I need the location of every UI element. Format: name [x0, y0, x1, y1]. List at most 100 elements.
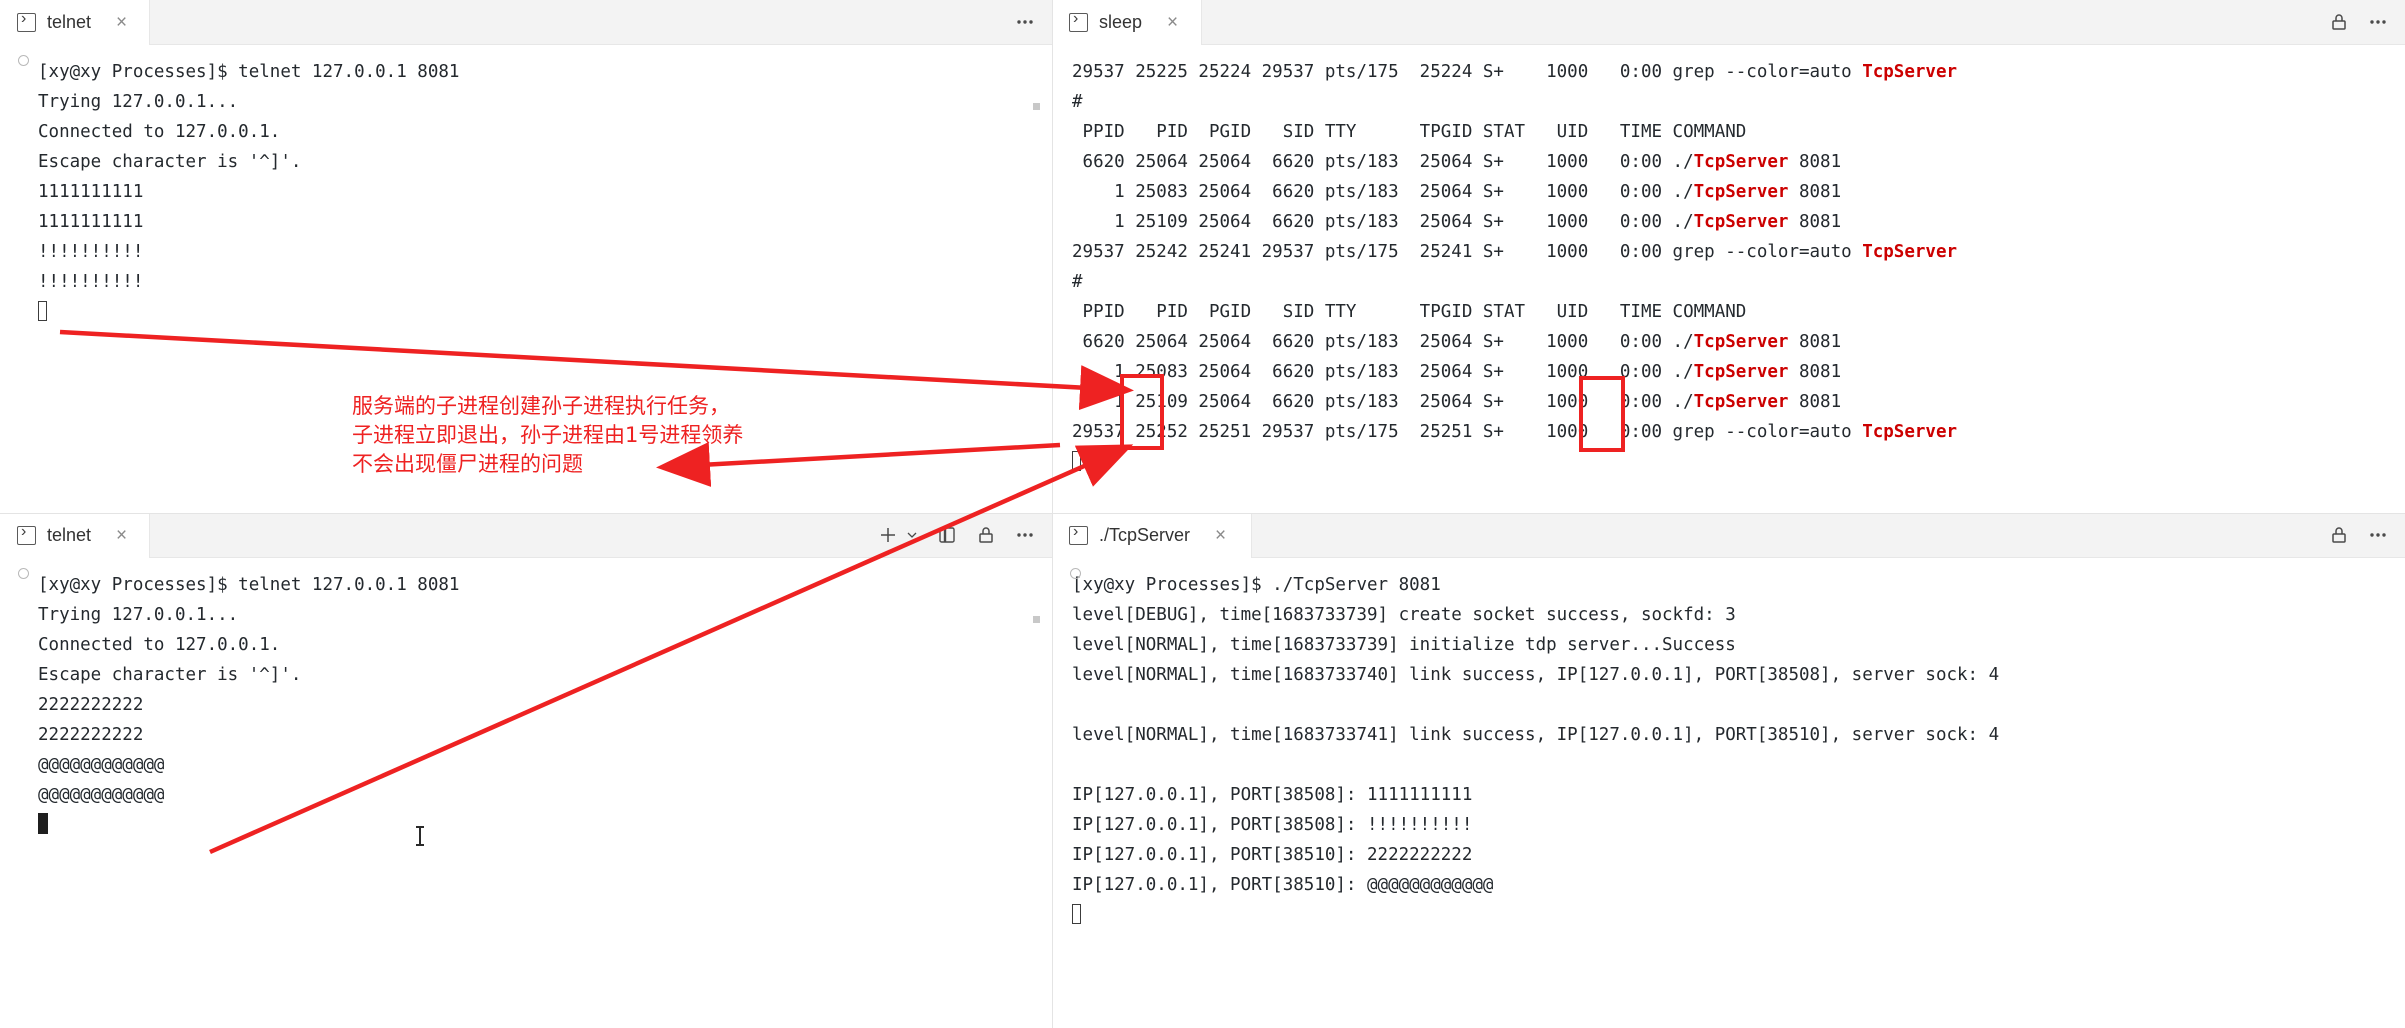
split-terminal-icon[interactable] — [936, 524, 958, 546]
terminal-line: !!!!!!!!!! — [38, 272, 144, 292]
terminal-output-bottom-left[interactable]: [xy@xy Processes]$ telnet 127.0.0.1 8081… — [0, 558, 1052, 1028]
vertical-splitter[interactable] — [1052, 0, 1053, 1028]
terminal-cursor-line — [1072, 447, 2395, 477]
tab-label: ./TcpServer — [1099, 525, 1191, 545]
chevron-down-icon[interactable] — [905, 528, 919, 542]
terminal-icon — [1069, 523, 1088, 545]
terminal-line: 29537 25242 25241 29537 pts/175 25241 S+… — [1072, 242, 1958, 262]
tabbar-actions-top-left — [1014, 0, 1052, 44]
grep-match-highlight: TcpServer — [1693, 152, 1789, 172]
kill-terminal-icon[interactable] — [2328, 524, 2350, 546]
terminal-line: 29537 25252 25251 29537 pts/175 25251 S+… — [1072, 422, 1958, 442]
terminal-line: level[NORMAL], time[1683733740] link suc… — [1072, 665, 2000, 685]
terminal-cursor — [1072, 904, 1081, 924]
command-decoration-dot — [18, 55, 29, 66]
terminal-pane-top-right: sleep × 29537 25225 25224 29537 pts/175 … — [1052, 0, 2405, 513]
terminal-line: Connected to 127.0.0.1. — [38, 122, 281, 142]
tabbar-top-left: telnet × — [0, 0, 1052, 45]
terminal-output-top-right[interactable]: 29537 25225 25224 29537 pts/175 25224 S+… — [1052, 45, 2405, 513]
grep-match-highlight: TcpServer — [1693, 182, 1789, 202]
terminal-line: 2222222222 — [38, 725, 144, 745]
scroll-marker — [1033, 103, 1040, 110]
terminal-line: [xy@xy Processes]$ ./TcpServer 8081 — [1072, 575, 1441, 595]
terminal-line: level[NORMAL], time[1683733741] link suc… — [1072, 725, 2000, 745]
terminal-cursor-line — [38, 297, 1042, 327]
terminal-line: [xy@xy Processes]$ telnet 127.0.0.1 8081 — [38, 575, 460, 595]
more-actions-icon[interactable] — [2367, 11, 2389, 33]
terminal-line: level[NORMAL], time[1683733739] initiali… — [1072, 635, 1736, 655]
tab-telnet-top-left[interactable]: telnet × — [0, 0, 150, 45]
terminal-line: 6620 25064 25064 6620 pts/183 25064 S+ 1… — [1072, 332, 1842, 352]
tabbar-spacer — [150, 513, 876, 557]
tabbar-spacer — [150, 0, 1014, 44]
tab-telnet-bottom-left[interactable]: telnet × — [0, 513, 150, 558]
tabbar-actions-bottom-right — [2328, 513, 2405, 557]
tabbar-bottom-left: telnet × — [0, 513, 1052, 558]
terminal-line: 1 25109 25064 6620 pts/183 25064 S+ 1000… — [1072, 212, 1842, 232]
terminal-line: # — [1072, 92, 1083, 112]
terminal-cursor — [1072, 451, 1081, 471]
close-icon[interactable]: × — [1167, 13, 1178, 32]
tab-tcpserver[interactable]: ./TcpServer × — [1052, 513, 1252, 558]
close-icon[interactable]: × — [116, 526, 127, 545]
close-icon[interactable]: × — [1215, 526, 1226, 545]
terminal-line: 6620 25064 25064 6620 pts/183 25064 S+ 1… — [1072, 152, 1842, 172]
terminal-line: @@@@@@@@@@@@ — [38, 785, 165, 805]
close-icon[interactable]: × — [116, 13, 127, 32]
grep-match-highlight: TcpServer — [1693, 332, 1789, 352]
command-decoration-dot — [1070, 568, 1081, 579]
terminal-line: PPID PID PGID SID TTY TPGID STAT UID TIM… — [1072, 302, 1747, 322]
terminal-line: IP[127.0.0.1], PORT[38510]: @@@@@@@@@@@@ — [1072, 875, 1494, 895]
terminal-line: IP[127.0.0.1], PORT[38508]: !!!!!!!!!! — [1072, 815, 1473, 835]
tab-label: telnet — [47, 12, 92, 32]
horizontal-splitter[interactable] — [0, 513, 2405, 514]
terminal-line: level[DEBUG], time[1683733739] create so… — [1072, 605, 1736, 625]
kill-terminal-icon[interactable] — [2328, 11, 2350, 33]
terminal-line: 1111111111 — [38, 212, 144, 232]
terminal-line: [xy@xy Processes]$ telnet 127.0.0.1 8081 — [38, 62, 460, 82]
tab-sleep[interactable]: sleep × — [1052, 0, 1202, 45]
new-terminal-icon[interactable] — [876, 523, 900, 547]
tab-label: sleep — [1099, 12, 1143, 32]
terminal-line: Connected to 127.0.0.1. — [38, 635, 281, 655]
tabbar-bottom-right: ./TcpServer × — [1052, 513, 2405, 558]
terminal-pane-bottom-right: ./TcpServer × [xy@xy Processes]$ ./TcpSe… — [1052, 513, 2405, 1028]
grep-match-highlight: TcpServer — [1693, 392, 1789, 412]
terminal-icon — [1069, 10, 1088, 32]
annotation-text: 服务端的子进程创建孙子进程执行任务， 子进程立即退出，孙子进程由1号进程领养 不… — [352, 394, 744, 476]
terminal-line: Escape character is '^]'. — [38, 665, 302, 685]
tabbar-spacer — [1202, 0, 2328, 44]
terminal-line: 1 25109 25064 6620 pts/183 25064 S+ 1000… — [1072, 392, 1842, 412]
grep-match-highlight: TcpServer — [1693, 212, 1789, 232]
command-decoration-dot — [18, 568, 29, 579]
terminal-line: 2222222222 — [38, 695, 144, 715]
terminal-line: Trying 127.0.0.1... — [38, 605, 239, 625]
grep-match-highlight: TcpServer — [1862, 62, 1958, 82]
text-cursor-ibeam — [416, 826, 424, 846]
terminal-line: 1 25083 25064 6620 pts/183 25064 S+ 1000… — [1072, 362, 1842, 382]
terminal-line: 29537 25225 25224 29537 pts/175 25224 S+… — [1072, 62, 1958, 82]
more-actions-icon[interactable] — [1014, 11, 1036, 33]
tabbar-spacer — [1252, 513, 2328, 557]
terminal-icon — [17, 523, 36, 545]
tabbar-top-right: sleep × — [1052, 0, 2405, 45]
grep-match-highlight: TcpServer — [1862, 422, 1958, 442]
terminal-line: IP[127.0.0.1], PORT[38508]: 1111111111 — [1072, 785, 1473, 805]
tab-label: telnet — [47, 525, 92, 545]
terminal-cursor-line — [1072, 900, 2395, 930]
tabbar-actions-top-right — [2328, 0, 2405, 44]
terminal-line: 1111111111 — [38, 182, 144, 202]
terminal-line: IP[127.0.0.1], PORT[38510]: 2222222222 — [1072, 845, 1473, 865]
grep-match-highlight: TcpServer — [1862, 242, 1958, 262]
terminal-line: !!!!!!!!!! — [38, 242, 144, 262]
terminal-cursor — [38, 301, 47, 321]
terminal-cursor-line — [38, 810, 1042, 840]
scroll-marker — [1033, 616, 1040, 623]
terminal-line: 1 25083 25064 6620 pts/183 25064 S+ 1000… — [1072, 182, 1842, 202]
more-actions-icon[interactable] — [1014, 524, 1036, 546]
terminal-line: Trying 127.0.0.1... — [38, 92, 239, 112]
kill-terminal-icon[interactable] — [975, 524, 997, 546]
tabbar-actions-bottom-left — [876, 513, 1052, 557]
terminal-output-bottom-right[interactable]: [xy@xy Processes]$ ./TcpServer 8081 level… — [1052, 558, 2405, 1028]
more-actions-icon[interactable] — [2367, 524, 2389, 546]
